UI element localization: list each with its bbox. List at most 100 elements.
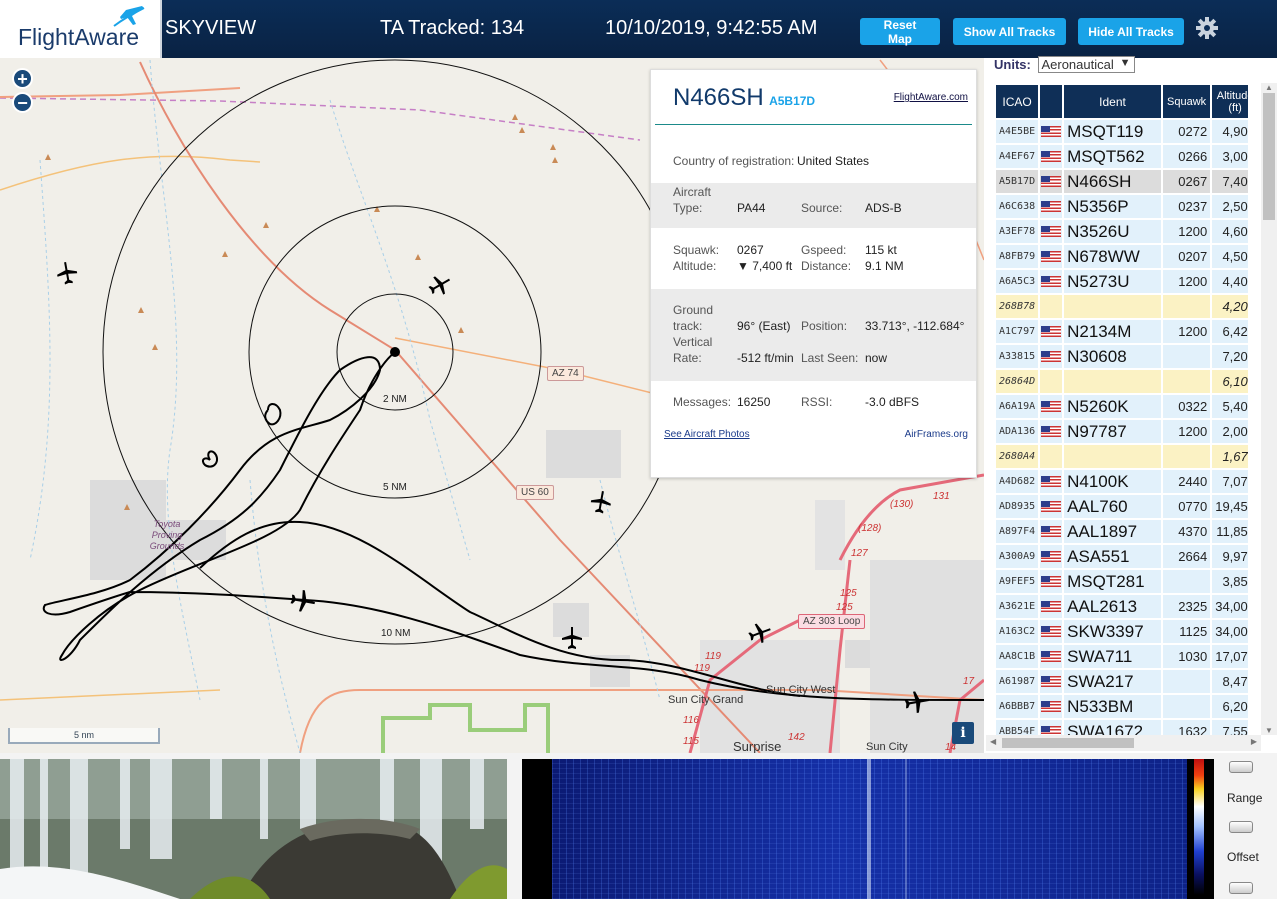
column-header-flag[interactable] — [1040, 85, 1063, 118]
table-row[interactable]: A6A5C3 N5273U12004,400 — [996, 270, 1248, 293]
horizontal-scrollbar[interactable]: ◀ ▶ — [986, 735, 1261, 751]
airframes-link[interactable]: AirFrames.org — [905, 429, 968, 440]
popup-divider — [655, 124, 972, 125]
range-ring-label: 2 NM — [381, 394, 409, 405]
row-ident: AAL2613 — [1064, 595, 1161, 618]
row-flag — [1040, 545, 1063, 568]
column-header-altitude[interactable]: Altitude (ft) — [1212, 85, 1248, 118]
row-icao: ABB54F — [996, 720, 1039, 735]
show-all-tracks-button[interactable]: Show All Tracks — [953, 18, 1066, 45]
hide-all-tracks-button[interactable]: Hide All Tracks — [1078, 18, 1184, 45]
us-flag-icon — [1041, 675, 1062, 687]
reset-map-button[interactable]: Reset Map — [860, 18, 940, 46]
place-label: Sun City West — [766, 684, 836, 696]
logo-plane-icon — [113, 6, 145, 27]
table-row[interactable]: AA8C1B SWA711103017,075 — [996, 645, 1248, 668]
table-row[interactable]: A6BBB7 N533BM 6,200 — [996, 695, 1248, 718]
column-header-ident[interactable]: Ident — [1064, 85, 1161, 118]
row-squawk — [1162, 695, 1211, 718]
table-row[interactable]: A5B17D N466SH02677,400 — [996, 170, 1248, 193]
scroll-down-arrow-icon[interactable]: ▼ — [1265, 726, 1273, 735]
aircraft-icon[interactable] — [748, 621, 772, 645]
table-row[interactable]: A3621E AAL2613232534,000 — [996, 595, 1248, 618]
route-number: 142 — [788, 732, 805, 743]
row-ident: SWA217 — [1064, 670, 1161, 693]
table-row[interactable]: A61987 SWA217 8,475 — [996, 670, 1248, 693]
proving-grounds-label: Toyota Proving Grounds — [149, 519, 185, 551]
vertical-scrollbar[interactable]: ▲ ▼ — [1261, 83, 1277, 735]
units-select[interactable]: Aeronautical ▼ — [1038, 56, 1136, 73]
flightaware-link[interactable]: FlightAware.com — [894, 92, 968, 103]
column-header-icao[interactable]: ICAO — [996, 85, 1039, 118]
table-row[interactable]: A4D682 N4100K24407,075 — [996, 470, 1248, 493]
distance-value: 9.1 NM — [865, 259, 904, 273]
table-row[interactable]: A1C797 N2134M12006,425 — [996, 320, 1248, 343]
aircraft-table-viewport[interactable]: ICAO Ident Squawk Altitude (ft) A4E5BE MS… — [996, 83, 1248, 735]
aircraft-photos-link[interactable]: See Aircraft Photos — [664, 429, 750, 440]
table-row[interactable]: A8FB79 N678WW02074,500 — [996, 245, 1248, 268]
row-squawk: 1632 — [1162, 720, 1211, 735]
table-row[interactable]: ABB54F SWA167216327,550 — [996, 720, 1248, 735]
route-number: (128) — [858, 523, 882, 534]
offset-slider-handle[interactable] — [1229, 817, 1253, 837]
row-ident — [1064, 370, 1161, 393]
row-flag — [1040, 345, 1063, 368]
zoom-in-button[interactable]: + — [12, 68, 33, 89]
row-flag — [1040, 245, 1063, 268]
table-row[interactable]: A300A9 ASA55126649,975 — [996, 545, 1248, 568]
scrollbar-thumb[interactable] — [1263, 93, 1275, 220]
table-row[interactable]: 2680A4 1,675 — [996, 445, 1248, 468]
table-row[interactable]: 268B78 4,200 — [996, 295, 1248, 318]
table-row[interactable]: A163C2 SKW3397112534,000 — [996, 620, 1248, 643]
altitude-label: Altitude: — [673, 259, 717, 273]
table-row[interactable]: ADA136 N9778712002,000 — [996, 420, 1248, 443]
aircraft-icon[interactable] — [904, 689, 930, 715]
table-row[interactable]: A4EF67 MSQT56202663,000 — [996, 145, 1248, 168]
route-number: 127 — [851, 548, 868, 559]
spectrogram-color-scale — [1194, 759, 1204, 895]
us-flag-icon — [1041, 725, 1062, 735]
gear-icon[interactable] — [1195, 16, 1219, 40]
map-attribution-info-button[interactable]: i — [952, 722, 974, 744]
scroll-right-arrow-icon[interactable]: ▶ — [1251, 737, 1257, 746]
row-altitude: 9,975 — [1212, 545, 1248, 568]
aircraft-icon-selected[interactable] — [428, 273, 452, 297]
map-scale-bar: 5 nm — [8, 728, 160, 744]
table-row[interactable]: A3EF78 N3526U12004,600 — [996, 220, 1248, 243]
us-flag-icon — [1041, 250, 1062, 262]
us-flag-icon — [1041, 575, 1062, 587]
scroll-left-arrow-icon[interactable]: ◀ — [990, 737, 996, 746]
table-row[interactable]: A33815 N30608 7,200 — [996, 345, 1248, 368]
row-icao: 2680A4 — [996, 445, 1039, 468]
route-number: 116 — [683, 715, 699, 726]
column-header-squawk[interactable]: Squawk — [1162, 85, 1211, 118]
table-row[interactable]: A6A19A N5260K03225,400 — [996, 395, 1248, 418]
table-row[interactable]: A4E5BE MSQT11902724,900 — [996, 120, 1248, 143]
row-squawk: 0207 — [1162, 245, 1211, 268]
row-ident: N5273U — [1064, 270, 1161, 293]
aircraft-icon[interactable] — [560, 626, 584, 650]
ground-track-label: Ground — [673, 303, 714, 317]
aircraft-icon[interactable] — [290, 588, 316, 614]
aircraft-icon[interactable] — [589, 490, 613, 514]
table-row[interactable]: A897F4 AAL1897437011,850 — [996, 520, 1248, 543]
units-value: Aeronautical — [1041, 57, 1114, 72]
row-flag — [1040, 295, 1063, 318]
flightaware-logo[interactable]: FlightAware — [0, 0, 162, 58]
row-flag — [1040, 220, 1063, 243]
table-row[interactable]: 26864D 6,100 — [996, 370, 1248, 393]
row-altitude: 7,550 — [1212, 720, 1248, 735]
scroll-up-arrow-icon[interactable]: ▲ — [1265, 83, 1273, 92]
range-slider-handle[interactable] — [1229, 757, 1253, 777]
aircraft-icon[interactable] — [55, 261, 79, 285]
scrollbar-thumb[interactable] — [1002, 738, 1134, 748]
row-altitude: 34,000 — [1212, 595, 1248, 618]
table-row[interactable]: A9FEF5 MSQT281 3,850 — [996, 570, 1248, 593]
table-row[interactable]: A6C638 N5356P02372,500 — [996, 195, 1248, 218]
table-row[interactable]: AD8935 AAL760077019,450 — [996, 495, 1248, 518]
distance-label: Distance: — [801, 259, 852, 273]
us-flag-icon — [1041, 475, 1062, 487]
zoom-out-button[interactable]: − — [12, 92, 33, 113]
popup-header: N466SH A5B17D — [673, 84, 815, 112]
slider-handle[interactable] — [1229, 878, 1253, 898]
